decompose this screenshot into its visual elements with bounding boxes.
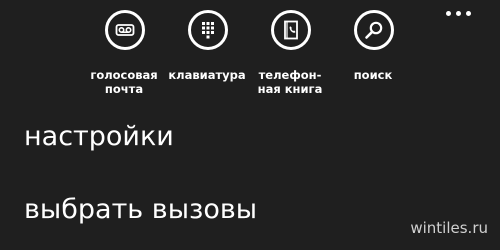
search-label: поиск [353, 68, 393, 82]
voicemail-icon [105, 10, 145, 50]
menu-item-settings[interactable]: настройки [24, 120, 174, 154]
phonebook-button[interactable]: телефон- ная книга [248, 10, 332, 106]
keypad-icon [188, 10, 228, 50]
watermark: wintiles.ru [410, 219, 488, 237]
phonebook-icon [271, 10, 311, 50]
keypad-label: клавиатура [168, 68, 246, 82]
app-bar: голосовая почта клавиатура телефон- ная … [0, 0, 500, 108]
search-icon [354, 10, 394, 50]
phonebook-label: телефон- ная книга [257, 68, 323, 96]
search-button[interactable]: поиск [331, 10, 415, 106]
voicemail-label: голосовая почта [90, 68, 158, 96]
voicemail-button[interactable]: голосовая почта [82, 10, 166, 106]
keypad-button[interactable]: клавиатура [165, 10, 249, 106]
more-dots-icon[interactable] [446, 4, 474, 20]
menu-item-select-calls[interactable]: выбрать вызовы [24, 193, 257, 227]
